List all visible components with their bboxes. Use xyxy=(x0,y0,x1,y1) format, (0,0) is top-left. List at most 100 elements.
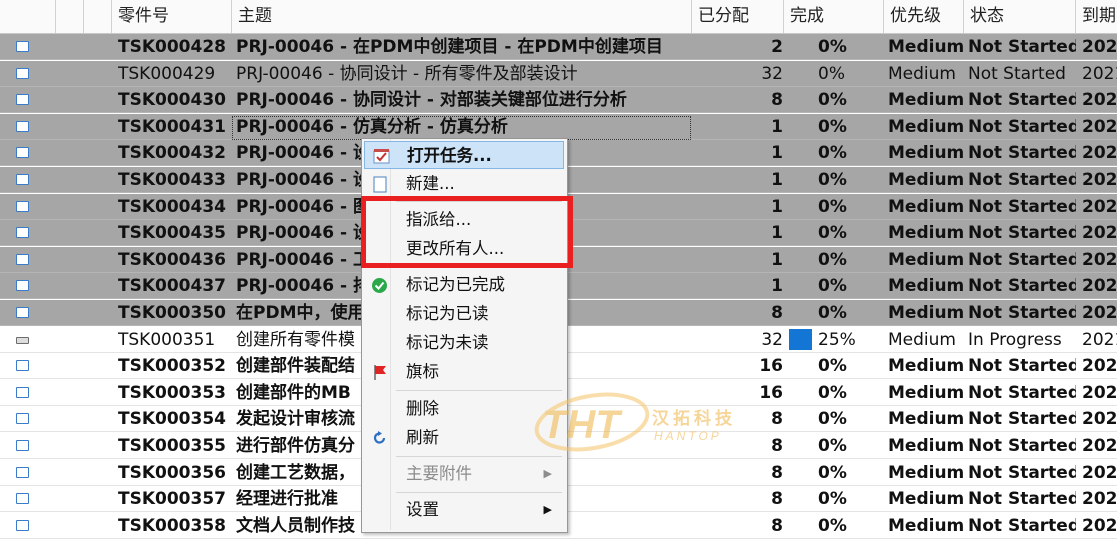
percent-complete-cell: 0% xyxy=(818,276,847,296)
menu-item-new[interactable]: 新建... xyxy=(364,170,564,198)
header-due[interactable]: 到期 xyxy=(1076,0,1117,33)
header-assigned[interactable]: 已分配 xyxy=(692,0,784,33)
task-icon xyxy=(16,467,29,478)
priority-cell: Medium xyxy=(888,276,965,296)
menu-item-open-task[interactable]: 打开任务... xyxy=(364,141,564,169)
assigned-cell: 32 xyxy=(761,330,783,350)
part-number-cell: TSK000434 xyxy=(118,197,226,217)
task-icon xyxy=(16,68,29,79)
part-number-cell: TSK000356 xyxy=(118,463,226,483)
assigned-cell: 16 xyxy=(759,356,783,376)
due-date-cell: 202 xyxy=(1082,37,1117,57)
task-icon xyxy=(16,440,29,451)
part-number-cell: TSK000432 xyxy=(118,143,226,163)
due-date-cell: 202 xyxy=(1082,90,1117,110)
due-date-cell: 202 xyxy=(1082,117,1117,137)
header-flag-col[interactable] xyxy=(56,0,84,33)
status-cell: Not Started xyxy=(968,463,1076,483)
delete-label: 删除 xyxy=(406,399,439,418)
subject-cell: PRJ-00046 - 在PDM中创建项目 - 在PDM中创建项目 xyxy=(236,37,663,57)
menu-item-settings[interactable]: 设置 ▶ xyxy=(364,496,564,524)
task-icon xyxy=(16,387,29,398)
mark-complete-label: 标记为已完成 xyxy=(406,275,505,294)
due-date-cell: 202 xyxy=(1082,143,1117,163)
percent-complete-cell: 0% xyxy=(818,303,847,323)
assigned-cell: 8 xyxy=(771,90,783,110)
watermark-cn: 汉拓科技 xyxy=(652,408,736,429)
percent-complete-cell: 0% xyxy=(818,90,847,110)
due-date-cell: 202 xyxy=(1082,276,1117,296)
menu-item-main-attachments[interactable]: 主要附件 ▶ xyxy=(364,460,564,488)
task-icon xyxy=(16,174,29,185)
assigned-cell: 1 xyxy=(771,276,783,296)
percent-complete-cell: 25% xyxy=(818,330,856,350)
menu-item-mark-complete[interactable]: 标记为已完成 xyxy=(364,271,564,299)
header-complete[interactable]: 完成 xyxy=(784,0,884,33)
percent-complete-cell: 0% xyxy=(818,223,847,243)
priority-cell: Medium xyxy=(888,143,965,163)
assigned-cell: 8 xyxy=(771,463,783,483)
priority-cell: Medium xyxy=(888,37,965,57)
status-cell: Not Started xyxy=(968,250,1076,270)
status-cell: Not Started xyxy=(968,197,1076,217)
priority-cell: Medium xyxy=(888,356,965,376)
status-cell: Not Started xyxy=(968,303,1076,323)
header-icon-col[interactable] xyxy=(0,0,56,33)
status-cell: Not Started xyxy=(968,117,1076,137)
percent-complete-cell: 0% xyxy=(818,143,847,163)
due-date-cell: 202 xyxy=(1082,463,1117,483)
mark-read-label: 标记为已读 xyxy=(406,304,489,323)
menu-item-mark-read[interactable]: 标记为已读 xyxy=(364,300,564,328)
table-row[interactable]: TSK000428 PRJ-00046 - 在PDM中创建项目 - 在PDM中创建… xyxy=(0,34,1117,60)
percent-complete-cell: 0% xyxy=(818,409,847,429)
status-cell: Not Started xyxy=(968,90,1076,110)
assigned-cell: 32 xyxy=(761,64,783,84)
part-number-cell: TSK000350 xyxy=(118,303,226,323)
task-icon xyxy=(16,147,29,158)
menu-item-flag[interactable]: 旗标 xyxy=(364,358,564,386)
priority-cell: Medium xyxy=(888,170,965,190)
header-status[interactable]: 状态 xyxy=(964,0,1076,33)
part-number-cell: TSK000351 xyxy=(118,330,216,350)
menu-item-mark-unread[interactable]: 标记为未读 xyxy=(364,329,564,357)
header-subject[interactable]: 主题 xyxy=(232,0,692,33)
task-icon xyxy=(16,94,29,105)
part-number-cell: TSK000358 xyxy=(118,516,226,536)
new-label: 新建... xyxy=(406,174,455,193)
task-icon xyxy=(16,41,29,52)
task-icon xyxy=(16,254,29,265)
priority-cell: Medium xyxy=(888,383,965,403)
percent-complete-cell: 0% xyxy=(818,37,847,57)
due-date-cell: 2021 xyxy=(1082,64,1117,84)
percent-complete-cell: 0% xyxy=(818,383,847,403)
part-number-cell: TSK000430 xyxy=(118,90,226,110)
task-icon xyxy=(16,227,29,238)
percent-complete-cell: 0% xyxy=(818,64,845,84)
header-attach-col[interactable] xyxy=(84,0,112,33)
part-number-cell: TSK000353 xyxy=(118,383,226,403)
task-icon xyxy=(16,413,29,424)
header-part-number[interactable]: 零件号 xyxy=(112,0,232,33)
task-icon xyxy=(16,493,29,504)
mark-unread-label: 标记为未读 xyxy=(406,333,489,352)
status-cell: Not Started xyxy=(968,383,1076,403)
table-row[interactable]: TSK000430 PRJ-00046 - 协同设计 - 对部装关键部位进行分析 8… xyxy=(0,87,1117,113)
priority-cell: Medium xyxy=(888,436,965,456)
priority-cell: Medium xyxy=(888,330,956,350)
part-number-cell: TSK000428 xyxy=(118,37,226,57)
percent-complete-cell: 0% xyxy=(818,170,847,190)
due-date-cell: 202 xyxy=(1082,170,1117,190)
assigned-cell: 8 xyxy=(771,303,783,323)
due-date-cell: 202 xyxy=(1082,356,1117,376)
priority-cell: Medium xyxy=(888,303,965,323)
table-row[interactable]: TSK000429 PRJ-00046 - 协同设计 - 所有零件及部装设计 32 M… xyxy=(0,61,1117,87)
task-icon xyxy=(16,280,29,291)
due-date-cell: 202 xyxy=(1082,250,1117,270)
part-number-cell: TSK000355 xyxy=(118,436,226,456)
header-priority[interactable]: 优先级 xyxy=(884,0,964,33)
submenu-arrow-icon: ▶ xyxy=(543,503,552,516)
percent-complete-cell: 0% xyxy=(818,117,847,137)
percent-complete-cell: 0% xyxy=(818,356,847,376)
new-item-icon xyxy=(373,176,387,193)
due-date-cell: 2021 xyxy=(1082,330,1117,350)
